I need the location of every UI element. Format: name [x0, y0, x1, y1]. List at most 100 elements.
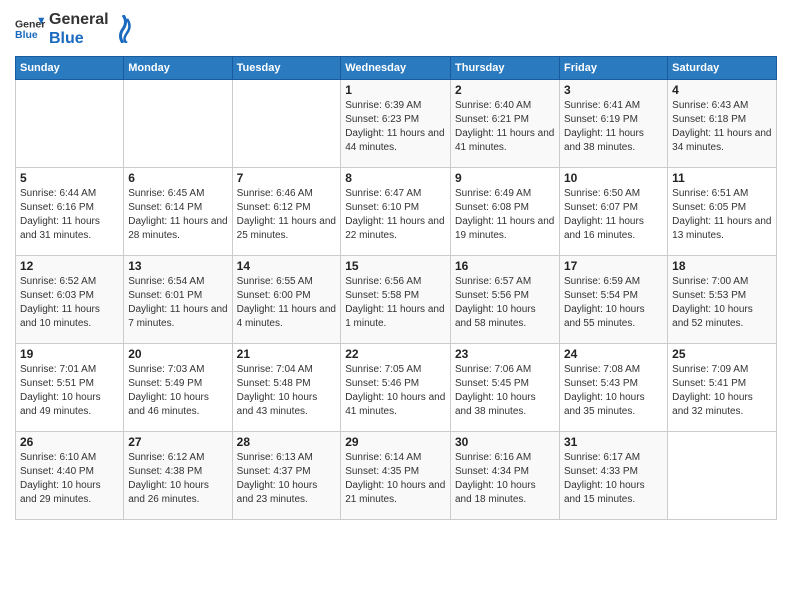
- day-number: 14: [237, 259, 337, 273]
- week-row-1: 1 Sunrise: 6:39 AM Sunset: 6:23 PM Daylig…: [16, 80, 777, 168]
- day-number: 15: [345, 259, 446, 273]
- logo: General Blue General Blue: [15, 10, 133, 48]
- calendar-cell: 19 Sunrise: 7:01 AM Sunset: 5:51 PM Dayli…: [16, 344, 124, 432]
- day-number: 18: [672, 259, 772, 273]
- calendar-cell: 8 Sunrise: 6:47 AM Sunset: 6:10 PM Daylig…: [341, 168, 451, 256]
- calendar-cell: 21 Sunrise: 7:04 AM Sunset: 5:48 PM Dayli…: [232, 344, 341, 432]
- day-info: Sunrise: 6:40 AM Sunset: 6:21 PM Dayligh…: [455, 99, 555, 155]
- calendar-cell: 9 Sunrise: 6:49 AM Sunset: 6:08 PM Daylig…: [451, 168, 560, 256]
- weekday-header-sunday: Sunday: [16, 57, 124, 80]
- day-info: Sunrise: 6:44 AM Sunset: 6:16 PM Dayligh…: [20, 187, 119, 243]
- day-info: Sunrise: 6:16 AM Sunset: 4:34 PM Dayligh…: [455, 451, 555, 507]
- calendar-cell: 31Sunrise: 6:17 AM Sunset: 4:33 PM Dayli…: [559, 432, 667, 520]
- day-number: 16: [455, 259, 555, 273]
- day-info: Sunrise: 6:55 AM Sunset: 6:00 PM Dayligh…: [237, 275, 337, 331]
- day-number: 2: [455, 83, 555, 97]
- calendar-cell: 25 Sunrise: 7:09 AM Sunset: 5:41 PM Dayli…: [668, 344, 777, 432]
- day-info: Sunrise: 7:05 AM Sunset: 5:46 PM Dayligh…: [345, 363, 446, 419]
- calendar-cell: 6 Sunrise: 6:45 AM Sunset: 6:14 PM Daylig…: [124, 168, 232, 256]
- svg-text:Blue: Blue: [15, 29, 38, 41]
- day-number: 26: [20, 435, 119, 449]
- weekday-header-monday: Monday: [124, 57, 232, 80]
- calendar-cell: 12Sunrise: 6:52 AM Sunset: 6:03 PM Dayli…: [16, 256, 124, 344]
- calendar-cell: [16, 80, 124, 168]
- calendar-cell: [232, 80, 341, 168]
- day-info: Sunrise: 6:50 AM Sunset: 6:07 PM Dayligh…: [564, 187, 663, 243]
- day-number: 23: [455, 347, 555, 361]
- calendar-cell: [668, 432, 777, 520]
- day-info: Sunrise: 6:43 AM Sunset: 6:18 PM Dayligh…: [672, 99, 772, 155]
- logo-icon: General Blue: [15, 14, 45, 44]
- day-number: 25: [672, 347, 772, 361]
- day-number: 9: [455, 171, 555, 185]
- day-number: 19: [20, 347, 119, 361]
- day-number: 6: [128, 171, 227, 185]
- day-number: 1: [345, 83, 446, 97]
- calendar-cell: 23Sunrise: 7:06 AM Sunset: 5:45 PM Dayli…: [451, 344, 560, 432]
- logo-blue: Blue: [49, 29, 109, 48]
- calendar-cell: 7Sunrise: 6:46 AM Sunset: 6:12 PM Daylig…: [232, 168, 341, 256]
- day-info: Sunrise: 7:03 AM Sunset: 5:49 PM Dayligh…: [128, 363, 227, 419]
- calendar-table: SundayMondayTuesdayWednesdayThursdayFrid…: [15, 56, 777, 520]
- calendar-cell: 27 Sunrise: 6:12 AM Sunset: 4:38 PM Dayli…: [124, 432, 232, 520]
- weekday-header-wednesday: Wednesday: [341, 57, 451, 80]
- day-number: 31: [564, 435, 663, 449]
- calendar-cell: 24Sunrise: 7:08 AM Sunset: 5:43 PM Dayli…: [559, 344, 667, 432]
- day-info: Sunrise: 6:45 AM Sunset: 6:14 PM Dayligh…: [128, 187, 227, 243]
- day-number: 27: [128, 435, 227, 449]
- calendar-cell: 4 Sunrise: 6:43 AM Sunset: 6:18 PM Daylig…: [668, 80, 777, 168]
- day-info: Sunrise: 6:51 AM Sunset: 6:05 PM Dayligh…: [672, 187, 772, 243]
- week-row-3: 12Sunrise: 6:52 AM Sunset: 6:03 PM Dayli…: [16, 256, 777, 344]
- day-info: Sunrise: 6:56 AM Sunset: 5:58 PM Dayligh…: [345, 275, 446, 331]
- calendar-cell: 3 Sunrise: 6:41 AM Sunset: 6:19 PM Daylig…: [559, 80, 667, 168]
- day-info: Sunrise: 7:04 AM Sunset: 5:48 PM Dayligh…: [237, 363, 337, 419]
- day-number: 7: [237, 171, 337, 185]
- calendar-cell: 29Sunrise: 6:14 AM Sunset: 4:35 PM Dayli…: [341, 432, 451, 520]
- day-info: Sunrise: 6:41 AM Sunset: 6:19 PM Dayligh…: [564, 99, 663, 155]
- day-number: 10: [564, 171, 663, 185]
- day-number: 24: [564, 347, 663, 361]
- week-row-5: 26Sunrise: 6:10 AM Sunset: 4:40 PM Dayli…: [16, 432, 777, 520]
- day-number: 3: [564, 83, 663, 97]
- day-info: Sunrise: 7:01 AM Sunset: 5:51 PM Dayligh…: [20, 363, 119, 419]
- week-row-4: 19 Sunrise: 7:01 AM Sunset: 5:51 PM Dayli…: [16, 344, 777, 432]
- day-number: 28: [237, 435, 337, 449]
- day-number: 12: [20, 259, 119, 273]
- calendar-cell: 13Sunrise: 6:54 AM Sunset: 6:01 PM Dayli…: [124, 256, 232, 344]
- day-info: Sunrise: 6:12 AM Sunset: 4:38 PM Dayligh…: [128, 451, 227, 507]
- day-number: 29: [345, 435, 446, 449]
- calendar-cell: 20Sunrise: 7:03 AM Sunset: 5:49 PM Dayli…: [124, 344, 232, 432]
- calendar-cell: 30Sunrise: 6:16 AM Sunset: 4:34 PM Dayli…: [451, 432, 560, 520]
- day-info: Sunrise: 7:09 AM Sunset: 5:41 PM Dayligh…: [672, 363, 772, 419]
- calendar-cell: 17 Sunrise: 6:59 AM Sunset: 5:54 PM Dayli…: [559, 256, 667, 344]
- weekday-header-tuesday: Tuesday: [232, 57, 341, 80]
- day-info: Sunrise: 6:59 AM Sunset: 5:54 PM Dayligh…: [564, 275, 663, 331]
- day-info: Sunrise: 6:49 AM Sunset: 6:08 PM Dayligh…: [455, 187, 555, 243]
- logo-general: General: [49, 10, 109, 29]
- day-number: 22: [345, 347, 446, 361]
- weekday-header-thursday: Thursday: [451, 57, 560, 80]
- day-number: 17: [564, 259, 663, 273]
- day-number: 8: [345, 171, 446, 185]
- weekday-header-row: SundayMondayTuesdayWednesdayThursdayFrid…: [16, 57, 777, 80]
- day-info: Sunrise: 6:54 AM Sunset: 6:01 PM Dayligh…: [128, 275, 227, 331]
- calendar-cell: 5Sunrise: 6:44 AM Sunset: 6:16 PM Daylig…: [16, 168, 124, 256]
- calendar-cell: 15 Sunrise: 6:56 AM Sunset: 5:58 PM Dayli…: [341, 256, 451, 344]
- calendar-cell: 28 Sunrise: 6:13 AM Sunset: 4:37 PM Dayli…: [232, 432, 341, 520]
- calendar-cell: 26Sunrise: 6:10 AM Sunset: 4:40 PM Dayli…: [16, 432, 124, 520]
- day-number: 4: [672, 83, 772, 97]
- calendar-cell: 1 Sunrise: 6:39 AM Sunset: 6:23 PM Daylig…: [341, 80, 451, 168]
- logo-wave-icon: [113, 15, 133, 43]
- day-info: Sunrise: 6:47 AM Sunset: 6:10 PM Dayligh…: [345, 187, 446, 243]
- day-info: Sunrise: 6:39 AM Sunset: 6:23 PM Dayligh…: [345, 99, 446, 155]
- day-info: Sunrise: 6:13 AM Sunset: 4:37 PM Dayligh…: [237, 451, 337, 507]
- day-number: 11: [672, 171, 772, 185]
- weekday-header-saturday: Saturday: [668, 57, 777, 80]
- week-row-2: 5Sunrise: 6:44 AM Sunset: 6:16 PM Daylig…: [16, 168, 777, 256]
- calendar-cell: 2 Sunrise: 6:40 AM Sunset: 6:21 PM Daylig…: [451, 80, 560, 168]
- day-number: 21: [237, 347, 337, 361]
- weekday-header-friday: Friday: [559, 57, 667, 80]
- page: General Blue General Blue SundayMondayTu…: [0, 0, 792, 612]
- calendar-cell: 10 Sunrise: 6:50 AM Sunset: 6:07 PM Dayli…: [559, 168, 667, 256]
- calendar-cell: 16Sunrise: 6:57 AM Sunset: 5:56 PM Dayli…: [451, 256, 560, 344]
